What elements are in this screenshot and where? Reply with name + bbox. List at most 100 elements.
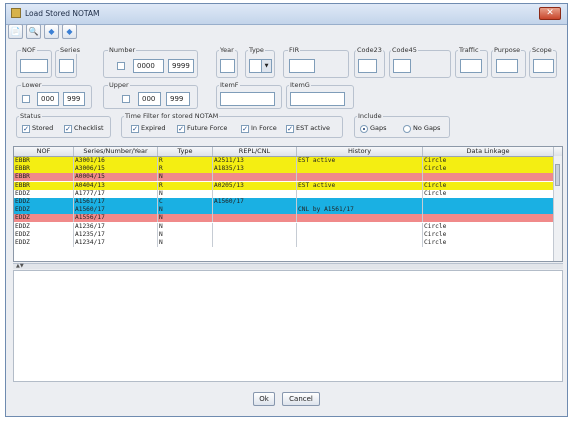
table-row[interactable]: EDDZ A1234/17 N Circle bbox=[14, 239, 554, 247]
table-cell: EDDZ bbox=[14, 198, 74, 206]
column-header[interactable]: Data Linkage bbox=[423, 147, 554, 156]
open-icon: 📄 bbox=[10, 27, 21, 36]
previous-button[interactable]: ◆ bbox=[44, 24, 59, 39]
fir-group: FIR bbox=[283, 46, 349, 78]
column-header[interactable]: Series/Number/Year bbox=[74, 147, 158, 156]
nof-label: NOF bbox=[21, 46, 37, 54]
close-button[interactable]: ✕ bbox=[539, 7, 561, 20]
upper-checkbox[interactable] bbox=[122, 95, 130, 103]
time-filter-group: Time Filter for stored NOTAM ✓ Expired ✓… bbox=[121, 112, 343, 138]
table-header: NOF Series/Number/Year Type REPL/CNL History… bbox=[14, 147, 562, 157]
expired-checkbox[interactable]: ✓ bbox=[131, 125, 139, 133]
status-label: Status bbox=[19, 112, 42, 120]
stored-label: Stored bbox=[32, 124, 54, 132]
table-cell: A1236/17 bbox=[74, 222, 158, 231]
open-button[interactable]: 📄 bbox=[8, 24, 23, 39]
est-active-checkbox[interactable]: ✓ bbox=[286, 125, 294, 133]
type-group: Type ▼ bbox=[245, 46, 275, 78]
no-gaps-radio[interactable] bbox=[403, 125, 411, 133]
in-force-checkbox[interactable]: ✓ bbox=[241, 125, 249, 133]
search-icon: 🔍 bbox=[28, 27, 39, 36]
table-row[interactable]: EDDZ A1777/17 N Circle bbox=[14, 189, 554, 198]
chevron-down-icon[interactable]: ▼ bbox=[261, 60, 271, 72]
table-cell: A2511/13 bbox=[213, 157, 297, 165]
nof-input[interactable] bbox=[20, 59, 48, 73]
stored-checkbox[interactable]: ✓ bbox=[22, 125, 30, 133]
table-cell: EST active bbox=[297, 157, 423, 165]
table-row[interactable]: EBBR A0404/13 R A0205/13 EST active Circle bbox=[14, 181, 554, 190]
itemf-input[interactable] bbox=[220, 92, 275, 106]
traffic-input[interactable] bbox=[460, 59, 482, 73]
type-select[interactable]: ▼ bbox=[249, 59, 272, 73]
search-button[interactable]: 🔍 bbox=[26, 24, 41, 39]
fir-input[interactable] bbox=[289, 59, 315, 73]
table-cell bbox=[297, 230, 423, 239]
table-cell: N bbox=[158, 239, 213, 247]
year-input[interactable] bbox=[220, 59, 235, 73]
gaps-radio[interactable] bbox=[360, 125, 368, 133]
include-label: Include bbox=[357, 112, 383, 120]
time-filter-label: Time Filter for stored NOTAM bbox=[124, 112, 220, 120]
number-to-input[interactable]: 9999 bbox=[168, 59, 194, 73]
table-row[interactable]: EDDZ A1235/17 N Circle bbox=[14, 230, 554, 239]
table-cell bbox=[213, 214, 297, 223]
splitter[interactable]: ▲▼ bbox=[13, 263, 563, 269]
splitter-arrows-icon[interactable]: ▲▼ bbox=[16, 263, 24, 269]
window-title: Load Stored NOTAM bbox=[25, 9, 100, 18]
gaps-label: Gaps bbox=[370, 124, 387, 132]
itemg-input[interactable] bbox=[290, 92, 345, 106]
future-force-checkbox[interactable]: ✓ bbox=[177, 125, 185, 133]
upper-from-input[interactable]: 000 bbox=[138, 92, 161, 106]
table-row[interactable]: EBBR A3006/15 R A1835/13 Circle bbox=[14, 165, 554, 174]
cancel-button[interactable]: Cancel bbox=[282, 392, 320, 406]
table-row[interactable]: EDDZ A1561/17 C A1560/17 bbox=[14, 198, 554, 206]
table-cell: N bbox=[158, 222, 213, 231]
app-icon bbox=[11, 8, 21, 18]
vertical-scrollbar[interactable] bbox=[553, 156, 562, 261]
table-row[interactable]: EBBR A0004/15 N bbox=[14, 173, 554, 182]
table-cell: EDDZ bbox=[14, 214, 74, 223]
scrollbar-thumb[interactable] bbox=[555, 164, 560, 186]
table-cell: C bbox=[158, 198, 213, 206]
traffic-group: Traffic bbox=[455, 46, 488, 78]
table-cell: Circle bbox=[423, 239, 554, 247]
checklist-checkbox[interactable]: ✓ bbox=[64, 125, 72, 133]
table-row[interactable]: EBBR A3001/16 R A2511/13 EST active Circle bbox=[14, 157, 554, 165]
series-input[interactable] bbox=[59, 59, 74, 73]
lower-checkbox[interactable] bbox=[22, 95, 30, 103]
code23-input[interactable] bbox=[358, 59, 377, 73]
table-cell bbox=[297, 198, 423, 206]
lower-group: Lower 000 999 bbox=[16, 81, 92, 109]
est-active-label: EST active bbox=[296, 124, 331, 132]
table-cell: A1234/17 bbox=[74, 239, 158, 247]
expired-label: Expired bbox=[141, 124, 166, 132]
table-cell bbox=[423, 206, 554, 215]
lower-from-input[interactable]: 000 bbox=[37, 92, 59, 106]
ok-button[interactable]: Ok bbox=[253, 392, 275, 406]
table-row[interactable]: EDDZ A1556/17 N bbox=[14, 214, 554, 223]
column-header[interactable]: Type bbox=[158, 147, 213, 156]
traffic-label: Traffic bbox=[458, 46, 480, 54]
future-force-label: Future Force bbox=[187, 124, 228, 132]
column-header[interactable]: History bbox=[297, 147, 423, 156]
table-cell bbox=[213, 173, 297, 182]
type-label: Type bbox=[248, 46, 265, 54]
number-checkbox[interactable] bbox=[117, 62, 125, 70]
next-button[interactable]: ◆ bbox=[62, 24, 77, 39]
table-row[interactable]: EDDZ A1560/17 N CNL by A1561/17 bbox=[14, 206, 554, 215]
title-bar[interactable]: Load Stored NOTAM ✕ bbox=[6, 4, 567, 25]
table-cell: CNL by A1561/17 bbox=[297, 206, 423, 215]
number-from-input[interactable]: 0000 bbox=[133, 59, 164, 73]
next-icon: ◆ bbox=[66, 27, 73, 36]
column-header[interactable]: NOF bbox=[14, 147, 74, 156]
table-cell: EBBR bbox=[14, 157, 74, 165]
table-cell: Circle bbox=[423, 189, 554, 198]
lower-to-input[interactable]: 999 bbox=[63, 92, 85, 106]
table-row[interactable]: EDDZ A1236/17 N Circle bbox=[14, 222, 554, 231]
upper-to-input[interactable]: 999 bbox=[166, 92, 190, 106]
upper-label: Upper bbox=[108, 81, 130, 89]
purpose-input[interactable] bbox=[496, 59, 518, 73]
code45-input[interactable] bbox=[393, 59, 411, 73]
scope-input[interactable] bbox=[533, 59, 554, 73]
column-header[interactable]: REPL/CNL bbox=[213, 147, 297, 156]
